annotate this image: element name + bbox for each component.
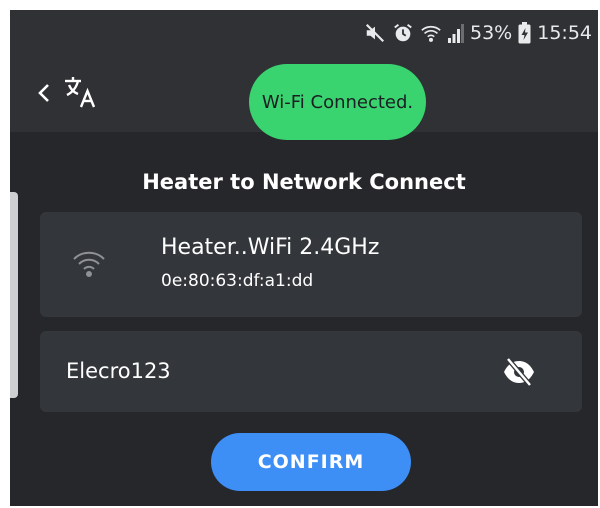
password-field [40,331,582,412]
translate-icon [62,74,98,114]
app-screen: 53% 15:54 Wi-Fi Connected. Heater to Net… [10,10,598,506]
alarm-icon [392,22,414,44]
eye-off-icon[interactable] [502,357,536,391]
page-title: Heater to Network Connect [142,170,466,194]
chevron-left-icon [37,82,51,108]
wifi-status-icon [420,22,442,44]
network-name: Heater..WiFi 2.4GHz [161,235,380,260]
password-input[interactable] [66,353,486,389]
confirm-button[interactable]: CONFIRM [211,433,411,491]
mute-icon [364,22,386,44]
wifi-connected-toast: Wi-Fi Connected. [249,64,426,140]
toast-message: Wi-Fi Connected. [261,91,414,113]
status-icons: 53% 15:54 [364,20,592,46]
network-mac-address: 0e:80:63:df:a1:dd [161,271,314,291]
signal-icon [448,23,464,43]
battery-percent: 53% [470,22,513,44]
language-button[interactable] [60,74,100,114]
wifi-icon [72,249,106,283]
network-card[interactable]: Heater..WiFi 2.4GHz 0e:80:63:df:a1:dd [40,212,582,317]
back-button[interactable] [32,78,56,112]
clock: 15:54 [537,22,592,44]
side-panel-handle[interactable] [10,192,18,398]
battery-charging-icon [518,22,531,44]
status-bar: 53% 15:54 [10,10,598,58]
